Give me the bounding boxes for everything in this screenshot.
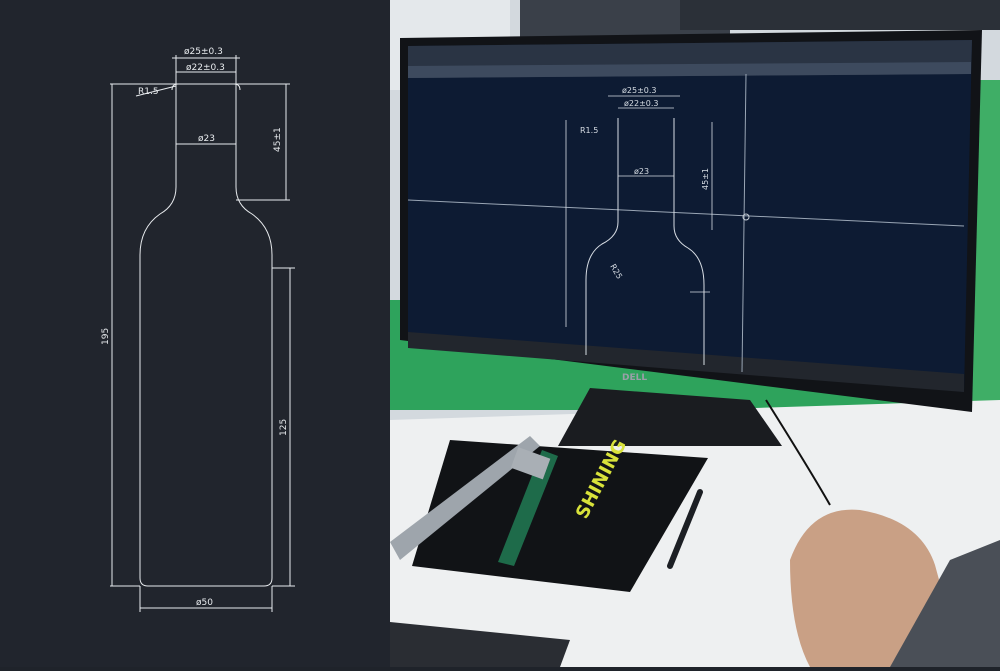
screen-label-inner: ø22±0.3 [624, 99, 659, 108]
screen-label-height: 45±1 [701, 168, 710, 190]
label-body-diameter: ø50 [196, 598, 213, 608]
photo-scene: ø25±0.3 ø22±0.3 R1.5 ø23 45±1 R25 DELL S… [390, 0, 1000, 667]
label-total-height: 195 [101, 328, 111, 345]
screen-label-neck: ø23 [634, 167, 649, 176]
cad-drawing-panel: ø25±0.3 ø22±0.3 R1.5 ø23 45±1 195 125 ø5… [0, 0, 390, 667]
screen-label-radius: R1.5 [580, 126, 598, 135]
label-body-height: 125 [279, 419, 289, 436]
label-outer-neck: ø25±0.3 [184, 47, 223, 57]
composite-image: ø25±0.3 ø22±0.3 R1.5 ø23 45±1 195 125 ø5… [0, 0, 1000, 667]
label-neck-width: ø23 [198, 134, 215, 144]
bottle-outline [139, 83, 273, 587]
screen-label-outer: ø25±0.3 [622, 86, 657, 95]
bottle-drawing: ø25±0.3 ø22±0.3 R1.5 ø23 45±1 195 125 ø5… [101, 47, 295, 612]
label-inner-neck: ø22±0.3 [186, 63, 225, 73]
workstation-photo: ø25±0.3 ø22±0.3 R1.5 ø23 45±1 R25 DELL S… [390, 0, 1000, 667]
neck-lip [171, 83, 241, 91]
label-radius: R1.5 [138, 87, 159, 97]
monitor-logo: DELL [622, 373, 647, 383]
label-neck-height: 45±1 [273, 127, 283, 152]
